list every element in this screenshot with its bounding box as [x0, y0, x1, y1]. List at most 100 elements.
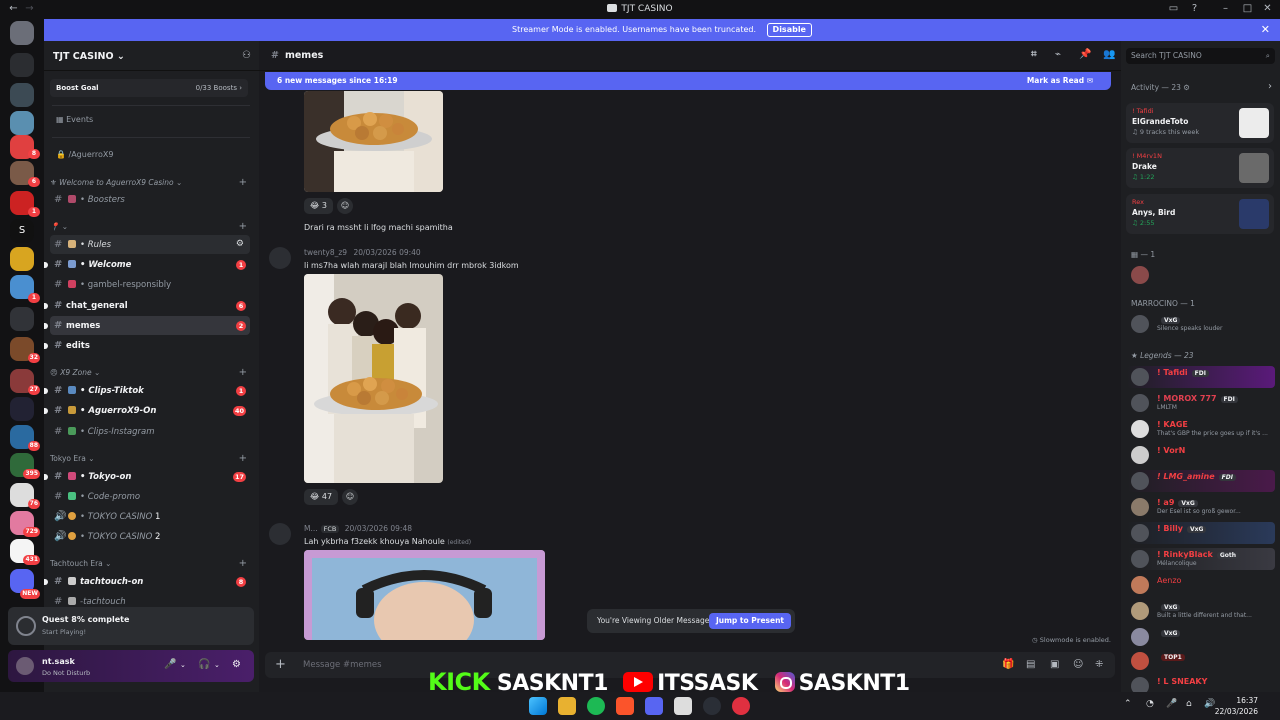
disable-streamer-mode-button[interactable]: Disable — [766, 23, 812, 37]
apps-icon[interactable]: ⁜ — [1095, 652, 1103, 678]
emoji-icon[interactable]: ☺ — [1073, 652, 1083, 678]
pin-icon[interactable]: 📌 — [1079, 49, 1091, 60]
windows-start-icon[interactable] — [529, 697, 547, 715]
app-icon[interactable] — [732, 697, 750, 715]
channel-tachtouch-on[interactable]: # tachtouch-on 8 — [44, 572, 250, 591]
member-item[interactable]: ! KAGE That's GBP the price goes up if i… — [1127, 418, 1275, 440]
channel-clips-tiktok[interactable]: # • Clips-Tiktok 1 — [44, 381, 250, 400]
server-folder-icon[interactable] — [10, 307, 34, 331]
member-item[interactable]: ! Tafidi FDI — [1127, 366, 1275, 388]
microphone-icon[interactable]: 🎤 — [164, 659, 176, 670]
add-channel-icon[interactable]: + — [239, 452, 247, 466]
category-welcome[interactable]: ⚜ Welcome to AguerroX9 Casino ⌄ + — [50, 176, 250, 190]
chevron-down-icon[interactable]: ⌄ — [180, 661, 186, 669]
sticker-icon[interactable]: ▣ — [1050, 652, 1059, 678]
steam-icon[interactable] — [703, 697, 721, 715]
server-icon[interactable]: S — [10, 219, 34, 243]
member-item[interactable]: ! a9 VxG Der Esel ist so groß gewor... — [1127, 496, 1275, 518]
add-reaction-icon[interactable]: ☺ — [337, 198, 353, 214]
member-item[interactable]: ! MOROX 777 FDI LMLTM — [1127, 392, 1275, 414]
discord-icon[interactable] — [645, 697, 663, 715]
channel-boosters[interactable]: # • Boosters — [50, 190, 250, 209]
help-icon[interactable]: ? — [1189, 3, 1200, 14]
member-item[interactable]: ! RinkyBlack Goth Mélancolique — [1127, 548, 1275, 570]
server-icon[interactable] — [10, 21, 34, 45]
store-icon[interactable] — [674, 697, 692, 715]
member-item[interactable]: ! Billy VxG — [1127, 522, 1275, 544]
message-video[interactable] — [304, 550, 545, 640]
add-channel-icon[interactable]: + — [239, 176, 247, 190]
threads-icon[interactable]: ⌗ — [1031, 49, 1037, 60]
mute-bell-icon[interactable]: ⌁ — [1055, 49, 1061, 60]
channel-edits[interactable]: # edits — [44, 336, 250, 355]
message-image[interactable] — [304, 274, 443, 483]
spotify-icon[interactable] — [587, 697, 605, 715]
chevron-down-icon[interactable]: ⌄ — [214, 661, 220, 669]
member-list-icon[interactable]: 👥 — [1103, 49, 1115, 60]
channel-gambel-responsibly[interactable]: # • gambel-responsibly — [50, 275, 250, 294]
mark-as-read-button[interactable]: Mark as Read ✉ — [1027, 72, 1093, 90]
channel-rules[interactable]: # • Rules ⚙ — [50, 235, 250, 254]
channel-code-promo[interactable]: # • Code-promo — [50, 487, 250, 506]
minimize-icon[interactable]: – — [1220, 3, 1231, 14]
reaction-laugh[interactable]: 😂 3 — [304, 198, 333, 214]
message-input[interactable]: Message #memes — [303, 660, 382, 670]
server-icon[interactable] — [10, 397, 34, 421]
wifi-icon[interactable]: ◔ — [1146, 699, 1154, 709]
new-messages-bar[interactable]: 6 new messages since 16:19 Mark as Read … — [265, 72, 1111, 90]
server-icon[interactable] — [10, 53, 34, 77]
channel-clips-instagram[interactable]: # • Clips-Instagram — [50, 422, 250, 441]
activity-card[interactable]: ! Tafidi ElGrandeToto ♫ 9 tracks this we… — [1126, 103, 1274, 143]
close-window-icon[interactable]: ✕ — [1262, 3, 1273, 14]
member-item[interactable]: ! LMG_amine FDI — [1127, 470, 1275, 492]
server-icon[interactable] — [10, 247, 34, 271]
category-tachtouch-era[interactable]: Tachtouch Era ⌄ + — [50, 557, 250, 571]
member-item[interactable]: TOP1 — [1127, 650, 1275, 672]
gift-icon[interactable]: 🎁 — [1002, 652, 1014, 678]
add-channel-icon[interactable]: + — [239, 220, 247, 234]
chevron-right-icon[interactable]: › — [1268, 81, 1272, 92]
voice-channel-tokyo-casino-2[interactable]: 🔊 • TOKYO CASINO 2 — [50, 527, 250, 546]
member-item[interactable]: Aenzo — [1127, 574, 1275, 596]
voice-channel-tokyo-casino-1[interactable]: 🔊 • TOKYO CASINO 1 — [50, 507, 250, 526]
channel-tokyo-on[interactable]: # • Tokyo-on 17 — [44, 467, 250, 486]
private-channel-link[interactable]: 🔒 /AguerroX9 — [50, 146, 248, 164]
activity-card[interactable]: Rex Anys, Bird ♫ 2:55 — [1126, 194, 1274, 234]
category-pin[interactable]: 📍 ⌄ + — [50, 220, 250, 234]
add-channel-icon[interactable]: + — [239, 557, 247, 571]
member-item[interactable]: ! L SNEAKY — [1127, 675, 1275, 692]
gear-icon[interactable]: ⚙ — [232, 659, 241, 670]
close-banner-icon[interactable]: ✕ — [1261, 19, 1270, 41]
volume-icon[interactable]: 🔊 — [1204, 699, 1215, 709]
member-item[interactable] — [1127, 264, 1275, 286]
jump-to-present-button[interactable]: Jump to Present — [708, 613, 791, 629]
boost-goal[interactable]: Boost Goal 0/33 Boosts › — [50, 79, 248, 97]
add-channel-icon[interactable]: + — [239, 366, 247, 380]
category-tokyo-era[interactable]: Tokyo Era ⌄ + — [50, 452, 250, 466]
avatar[interactable] — [16, 657, 34, 675]
server-header[interactable]: TJT CASINO ⌄ ⚇ — [44, 41, 259, 71]
channel-aguerrox9-on[interactable]: # • AguerroX9-On 40 — [44, 401, 250, 420]
add-reaction-icon[interactable]: ☺ — [342, 489, 359, 505]
channel-chat-general[interactable]: # chat_general 6 — [44, 296, 250, 315]
server-icon[interactable] — [10, 111, 34, 135]
microphone-icon[interactable]: 🎤 — [1166, 699, 1177, 709]
add-attachment-icon[interactable]: + — [275, 652, 286, 678]
brave-icon[interactable] — [616, 697, 634, 715]
events-link[interactable]: ▦ Events — [50, 111, 248, 129]
avatar[interactable] — [269, 523, 291, 545]
message-image[interactable] — [304, 91, 443, 192]
quest-progress[interactable]: Quest 8% complete Start Playing! — [8, 607, 254, 645]
avatar[interactable] — [269, 247, 291, 269]
network-icon[interactable]: ⌂ — [1186, 699, 1192, 709]
activity-card[interactable]: ! M4rv1N Drake ♫ 1:22 — [1126, 148, 1274, 188]
maximize-icon[interactable]: □ — [1242, 3, 1253, 14]
search-input[interactable]: Search TJT CASINO ⌕ — [1126, 48, 1275, 64]
inbox-icon[interactable]: ▭ — [1168, 3, 1179, 14]
headphones-icon[interactable]: 🎧 — [198, 659, 210, 670]
gif-icon[interactable]: ▤ — [1026, 652, 1035, 678]
file-explorer-icon[interactable] — [558, 697, 576, 715]
member-item[interactable]: VxG — [1127, 626, 1275, 648]
reaction-laugh[interactable]: 😂 47 — [304, 489, 339, 505]
system-clock[interactable]: 16:37 22/03/2026 — [1215, 695, 1258, 717]
